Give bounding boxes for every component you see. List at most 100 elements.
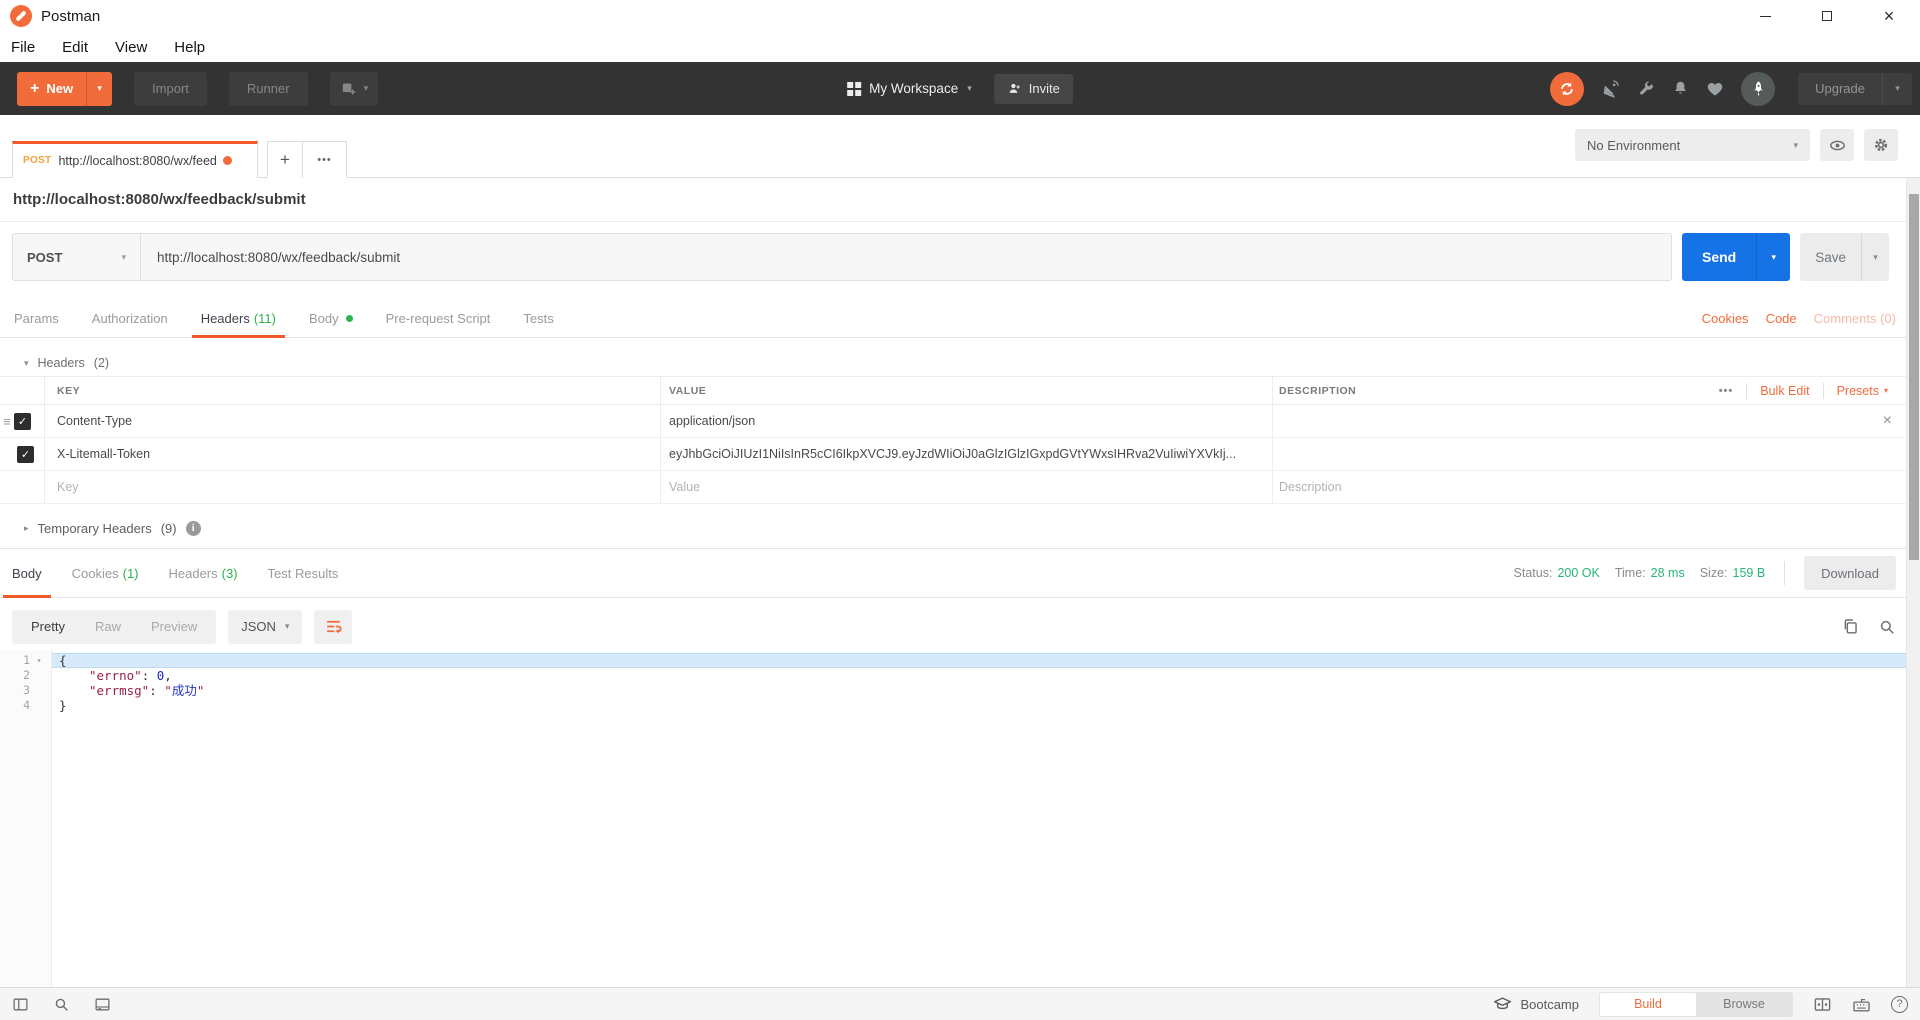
response-body-editor[interactable]: 1▾ { 2 "errno": 0, 3 "errmsg": "成功" 4 } [0,650,1906,987]
menu-edit[interactable]: Edit [62,39,88,56]
new-key-input[interactable]: Key [44,471,660,503]
fold-arrow-icon[interactable]: ▾ [30,653,48,668]
help-icon[interactable]: ? [1891,996,1908,1013]
tab-options-button[interactable]: ••• [303,141,347,178]
code-link[interactable]: Code [1766,311,1797,326]
environment-select[interactable]: No Environment ▾ [1575,129,1810,161]
bootcamp-button[interactable]: Bootcamp [1493,995,1579,1014]
method-select[interactable]: POST ▾ [13,234,141,280]
search-icon[interactable] [1878,618,1896,636]
json-quote: " [197,683,205,698]
tab-headers-count: (11) [254,311,276,326]
download-button[interactable]: Download [1804,556,1896,590]
header-key-cell[interactable]: X-Litemall-Token [44,438,660,470]
header-value-cell[interactable]: eyJhbGciOiJIUzI1NiIsInR5cCI6IkpXVCJ9.eyJ… [660,438,1272,470]
vertical-scrollbar[interactable] [1906,178,1920,987]
headers-section-toggle[interactable]: ▾ Headers (2) [24,352,109,374]
header-row-new: Key Value Description [0,471,1920,504]
console-icon[interactable] [94,996,111,1013]
build-toggle-option[interactable]: Build [1600,993,1696,1016]
import-button[interactable]: Import [134,72,207,106]
tab-tests[interactable]: Tests [523,299,553,337]
new-window-button[interactable]: ▾ [330,72,379,106]
row-checkbox[interactable]: ✓ [14,413,31,430]
view-raw-button[interactable]: Raw [80,619,136,634]
upgrade-dropdown-button[interactable]: ▾ [1882,73,1912,105]
new-tab-button[interactable]: + [267,141,303,178]
send-button[interactable]: Send ▾ [1682,233,1790,281]
toggle-sidebar-icon[interactable] [12,996,29,1013]
menu-help[interactable]: Help [174,39,205,56]
notifications-button[interactable] [1672,80,1689,97]
send-dropdown-button[interactable]: ▾ [1756,233,1790,281]
temporary-headers-toggle[interactable]: ▸ Temporary Headers (9) i [24,514,201,542]
new-button-label: New [46,81,73,96]
check-icon: ✓ [18,415,27,428]
search-icon[interactable] [53,996,70,1013]
header-description-cell[interactable] [1272,438,1920,470]
request-tab[interactable]: POST http://localhost:8080/wx/feedb. [12,141,258,178]
view-pretty-button[interactable]: Pretty [16,619,80,634]
tab-authorization[interactable]: Authorization [92,299,168,337]
runner-button[interactable]: Runner [229,72,308,106]
new-dropdown-button[interactable]: ▾ [86,72,112,106]
divider [1823,383,1824,399]
row-checkbox[interactable]: ✓ [17,446,34,463]
copy-icon[interactable] [1841,617,1860,636]
tab-body[interactable]: Body [309,299,353,337]
settings-wrench-button[interactable] [1637,80,1655,98]
save-dropdown-button[interactable]: ▾ [1861,233,1889,281]
new-value-input[interactable]: Value [660,471,1272,503]
presets-dropdown[interactable]: Presets ▾ [1837,384,1888,398]
maximize-button[interactable] [1796,0,1858,32]
url-input[interactable] [141,234,1671,280]
response-meta: Status:200 OK Time:28 ms Size:159 B Down… [1514,548,1896,598]
comments-link[interactable]: Comments (0) [1814,311,1896,326]
keyboard-shortcuts-icon[interactable] [1852,995,1871,1014]
chevron-down-icon: ▾ [967,83,972,94]
invite-button[interactable]: Invite [994,74,1073,104]
favorites-button[interactable] [1706,80,1724,98]
two-pane-view-icon[interactable] [1813,995,1832,1014]
presets-label: Presets [1837,384,1879,398]
new-button[interactable]: +New ▾ [17,72,112,106]
header-value-cell[interactable]: application/json [660,405,1272,437]
column-value: VALUE [660,377,1272,404]
minimize-button[interactable] [1734,0,1796,32]
view-preview-button[interactable]: Preview [136,619,212,634]
new-description-input[interactable]: Description [1272,471,1920,503]
response-tab-cookies[interactable]: Cookies (1) [72,549,139,597]
format-select[interactable]: JSON ▾ [228,610,302,644]
header-row-token: ≡ ✓ X-Litemall-Token eyJhbGciOiJIUzI1NiI… [0,438,1920,471]
tab-headers[interactable]: Headers (11) [201,299,276,337]
proxy-button[interactable] [1601,79,1620,98]
environment-settings-button[interactable] [1864,129,1898,161]
scrollbar-thumb[interactable] [1909,194,1919,560]
info-icon[interactable]: i [186,521,201,536]
sync-button[interactable] [1550,72,1584,106]
save-button[interactable]: Save ▾ [1800,233,1889,281]
more-options-icon[interactable]: ••• [1719,385,1734,397]
bulk-edit-link[interactable]: Bulk Edit [1760,384,1809,398]
request-tabbar: POST http://localhost:8080/wx/feedb. + •… [0,115,1920,178]
response-tab-test-results[interactable]: Test Results [268,549,339,597]
code-text: } [52,698,1906,713]
environment-preview-button[interactable] [1820,129,1854,161]
divider [1784,561,1785,585]
header-description-cell[interactable]: × [1272,405,1920,437]
header-key-cell[interactable]: Content-Type [44,405,660,437]
workspace-switcher[interactable]: My Workspace ▾ [847,81,972,96]
whats-new-button[interactable] [1741,72,1775,106]
cookies-link[interactable]: Cookies [1702,311,1749,326]
response-tab-body[interactable]: Body [12,549,42,597]
menu-view[interactable]: View [115,39,147,56]
response-tab-headers[interactable]: Headers (3) [169,549,238,597]
browse-toggle-option[interactable]: Browse [1696,993,1792,1016]
wrap-lines-button[interactable] [314,610,352,644]
drag-handle-icon[interactable]: ≡ [0,414,14,429]
tab-prerequest-script[interactable]: Pre-request Script [386,299,491,337]
close-button[interactable]: × [1858,0,1920,32]
tab-params[interactable]: Params [14,299,59,337]
menu-file[interactable]: File [11,39,35,56]
upgrade-button[interactable]: Upgrade ▾ [1798,73,1912,105]
